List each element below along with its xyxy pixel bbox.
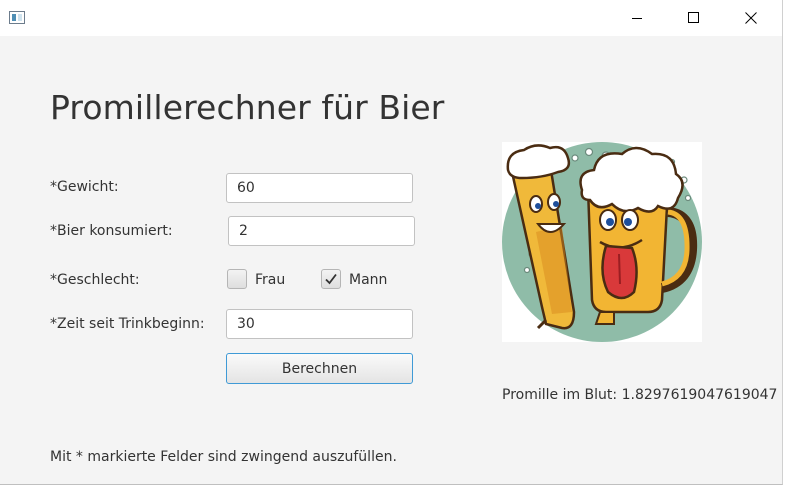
title-bar[interactable]: [0, 0, 782, 36]
calculate-button[interactable]: Berechnen: [226, 353, 413, 384]
beer-field[interactable]: [228, 216, 415, 246]
checkmark-icon: [325, 273, 337, 285]
close-button[interactable]: [728, 0, 774, 36]
minimize-icon: [632, 18, 642, 19]
result-text: Promille im Blut: 1.8297619047619047: [502, 387, 778, 403]
weight-field[interactable]: [226, 173, 413, 203]
required-fields-note: Mit * markierte Felder sind zwingend aus…: [50, 449, 397, 465]
app-window: Promillerechner für Bier *Gewicht: *Bier…: [0, 0, 783, 485]
page-title: Promillerechner für Bier: [50, 88, 445, 127]
time-field[interactable]: [226, 309, 413, 339]
maximize-button[interactable]: [671, 0, 717, 36]
gender-label: *Geschlecht:: [50, 272, 140, 288]
gender-checkbox-mann[interactable]: [321, 269, 341, 289]
gender-option-label: Frau: [255, 272, 286, 288]
app-icon: [9, 11, 25, 24]
gender-option-label: Mann: [349, 272, 388, 288]
close-icon: [745, 12, 757, 24]
minimize-button[interactable]: [614, 0, 660, 36]
gender-checkbox-frau[interactable]: [227, 269, 247, 289]
time-label: *Zeit seit Trinkbeginn:: [50, 316, 205, 332]
weight-label: *Gewicht:: [50, 179, 119, 195]
beer-mugs-illustration: [502, 142, 702, 342]
beer-label: *Bier konsumiert:: [50, 223, 173, 239]
maximize-icon: [688, 12, 699, 23]
